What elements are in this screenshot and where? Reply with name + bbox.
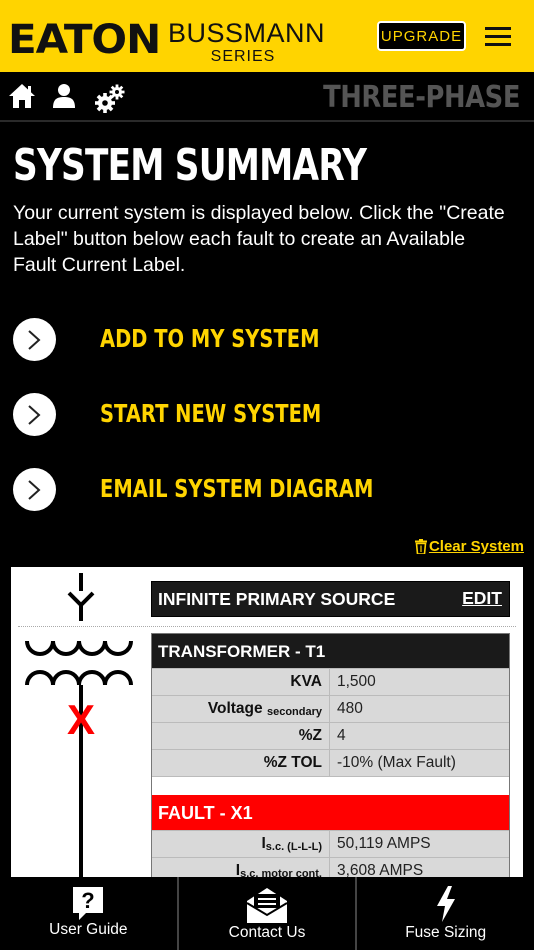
transformer-title: TRANSFORMER - T1 (152, 634, 509, 668)
table-row: %Z TOL -10% (Max Fault) (152, 749, 509, 776)
table-row: KVA 1,500 (152, 668, 509, 695)
tab-label: User Guide (49, 921, 128, 938)
page-title: SYSTEM SUMMARY (13, 140, 367, 191)
row-key: KVA (290, 673, 322, 690)
nav-bar: THREE-PHASE (0, 72, 534, 122)
brand-bar: EATON BUSSMANN SERIES UPGRADE (0, 0, 534, 72)
one-line-diagram: X (25, 573, 133, 887)
help-icon: ? (73, 887, 104, 920)
start-new-system-button[interactable]: START NEW SYSTEM (13, 393, 513, 437)
tab-contact-us[interactable]: Contact Us (179, 877, 358, 950)
series-line1: BUSSMANN (168, 18, 326, 48)
bussmann-series-logo: BUSSMANN SERIES (168, 18, 326, 66)
user-icon[interactable] (51, 82, 81, 112)
row-key: %Z (298, 727, 322, 744)
table-row: Voltage secondary 480 (152, 695, 509, 722)
tab-label: Fuse Sizing (405, 924, 487, 941)
phase-title: THREE-PHASE (323, 80, 520, 115)
chevron-right-icon (13, 318, 56, 361)
home-icon[interactable] (7, 82, 37, 112)
mail-icon (246, 888, 288, 923)
row-value: 1,500 (337, 673, 376, 690)
bottom-tab-bar: ? User Guide Contact Us Fuse Sizing (0, 877, 534, 950)
fault-title: FAULT - X1 (152, 795, 509, 830)
hamburger-menu-icon[interactable] (485, 27, 511, 47)
clear-system-link[interactable]: Clear System (414, 538, 524, 555)
lightning-icon (436, 886, 455, 922)
row-value: -10% (Max Fault) (337, 754, 456, 771)
row-key-sub: s.c. (L-L-L) (265, 841, 322, 853)
table-spacer (152, 776, 509, 795)
tab-user-guide[interactable]: ? User Guide (0, 877, 179, 950)
source-title: INFINITE PRIMARY SOURCE (158, 589, 396, 609)
edit-source-button[interactable]: EDIT (462, 588, 502, 609)
dotted-divider (18, 626, 516, 627)
series-line2: SERIES (210, 48, 276, 65)
action-label: ADD TO MY SYSTEM (100, 324, 320, 353)
tab-fuse-sizing[interactable]: Fuse Sizing (357, 877, 534, 950)
table-row: Is.c. (L-L-L) 50,119 AMPS (152, 830, 509, 857)
action-label: START NEW SYSTEM (100, 399, 322, 428)
system-diagram-panel: X INFINITE PRIMARY SOURCE EDIT TRANSFORM… (11, 567, 523, 887)
trash-icon (414, 539, 427, 554)
eaton-logo: EATON (8, 17, 161, 63)
row-value: 4 (337, 727, 346, 744)
upgrade-button[interactable]: UPGRADE (377, 21, 466, 51)
row-value: 480 (337, 700, 363, 717)
source-box: INFINITE PRIMARY SOURCE EDIT (151, 581, 510, 617)
chevron-right-icon (13, 468, 56, 511)
svg-text:?: ? (82, 888, 95, 913)
chevron-right-icon (13, 393, 56, 436)
transformer-table: TRANSFORMER - T1 KVA 1,500 Voltage secon… (151, 633, 510, 885)
add-to-my-system-button[interactable]: ADD TO MY SYSTEM (13, 318, 513, 362)
gears-icon[interactable] (94, 84, 125, 114)
action-label: EMAIL SYSTEM DIAGRAM (100, 474, 374, 503)
row-key-sub: secondary (266, 706, 322, 718)
intro-text: Your current system is displayed below. … (13, 202, 505, 276)
email-system-diagram-button[interactable]: EMAIL SYSTEM DIAGRAM (13, 468, 513, 512)
row-value: 50,119 AMPS (337, 835, 431, 852)
row-key: %Z TOL (263, 754, 322, 771)
table-row: %Z 4 (152, 722, 509, 749)
clear-system-label: Clear System (428, 538, 524, 555)
tab-label: Contact Us (228, 924, 306, 941)
fault-marker-x: X (67, 696, 95, 743)
row-key: Voltage (207, 700, 263, 717)
